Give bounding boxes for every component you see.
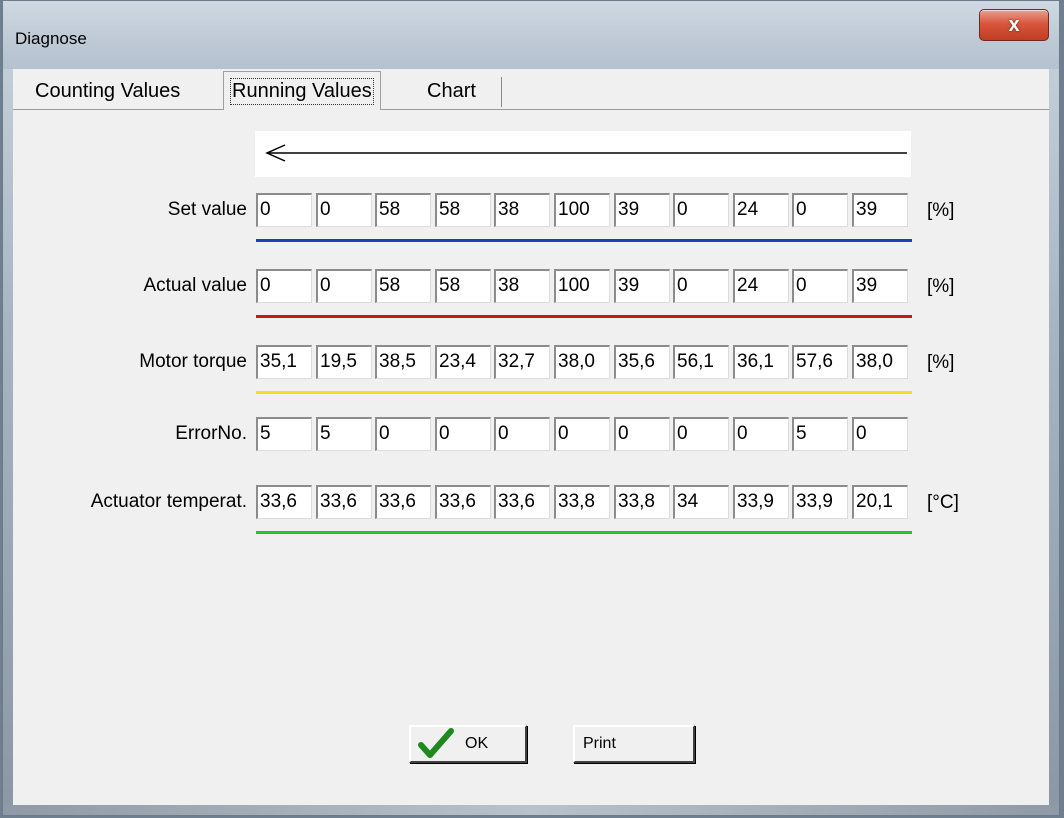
tab-label: Running Values [230,77,374,105]
value-field: 35,6 [614,345,670,379]
ok-button-label: OK [465,735,489,752]
dialog-client-area: Counting Values Running Values Chart Set… [13,69,1049,805]
value-field: 33,6 [375,485,431,519]
row-label: ErrorNo. [175,423,247,444]
print-button[interactable]: Print [573,725,695,763]
value-field: 0 [733,417,789,451]
value-field: 33,6 [256,485,312,519]
series-color-line [256,315,912,318]
value-field: 0 [316,269,372,303]
series-color-line [256,531,912,534]
window-frame-left [3,1,13,815]
value-field: 0 [554,417,610,451]
value-field: 39 [614,193,670,227]
tab-bar: Counting Values Running Values Chart [13,69,1049,110]
value-field: 0 [792,193,848,227]
value-field: 23,4 [435,345,491,379]
value-field: 0 [792,269,848,303]
value-field: 58 [375,193,431,227]
value-field: 24 [733,193,789,227]
tab-label: Chart [427,79,476,102]
value-field: 58 [375,269,431,303]
tab-counting-values[interactable]: Counting Values [27,75,188,107]
unit-label: [%] [927,276,955,297]
tab-label: Counting Values [35,79,181,102]
value-field: 35,1 [256,345,312,379]
row-label: Motor torque [139,351,247,372]
tab-running-values[interactable]: Running Values [223,71,381,110]
value-field: 33,6 [316,485,372,519]
close-button[interactable]: x [979,9,1049,41]
value-field: 100 [554,269,610,303]
value-field: 100 [554,193,610,227]
checkmark-icon [418,728,454,758]
value-field: 38 [494,193,550,227]
window-frame-right [1049,1,1059,815]
value-field: 33,8 [614,485,670,519]
close-icon: x [1008,13,1020,36]
window-frame-bottom [3,805,1059,815]
value-field: 38,0 [554,345,610,379]
value-field: 34 [673,485,729,519]
unit-label: [°C] [927,492,959,513]
value-field: 32,7 [494,345,550,379]
value-field: 38 [494,269,550,303]
value-field: 56,1 [673,345,729,379]
row-label: Actuator temperat. [90,491,247,512]
value-field: 38,5 [375,345,431,379]
value-field: 20,1 [852,485,908,519]
value-field: 0 [256,269,312,303]
value-field: 5 [316,417,372,451]
value-field: 58 [435,269,491,303]
unit-label: [%] [927,200,955,221]
value-field: 0 [256,193,312,227]
value-field: 19,5 [316,345,372,379]
value-field: 36,1 [733,345,789,379]
title-bar[interactable]: Diagnose x [3,1,1059,69]
value-field: 0 [673,269,729,303]
direction-indicator [255,131,911,177]
row-label: Actual value [143,275,247,296]
diagnose-window: Diagnose x Counting Values Running Value… [2,0,1060,816]
value-field: 39 [614,269,670,303]
value-field: 33,6 [494,485,550,519]
value-field: 24 [733,269,789,303]
unit-label: [%] [927,352,955,373]
value-field: 0 [494,417,550,451]
series-color-line [256,391,912,394]
arrow-left-icon [265,144,907,162]
row-label: Set value [167,199,247,220]
value-field: 33,8 [554,485,610,519]
value-field: 58 [435,193,491,227]
window-title: Diagnose [15,29,87,48]
value-field: 33,9 [792,485,848,519]
value-field: 0 [614,417,670,451]
value-field: 38,0 [852,345,908,379]
series-color-line [256,239,912,242]
value-field: 0 [852,417,908,451]
value-field: 0 [375,417,431,451]
value-field: 33,9 [733,485,789,519]
tab-chart[interactable]: Chart [419,75,484,107]
value-field: 5 [792,417,848,451]
print-button-label: Print [583,735,616,752]
value-field: 39 [852,193,908,227]
value-field: 33,6 [435,485,491,519]
value-field: 0 [673,193,729,227]
value-field: 39 [852,269,908,303]
ok-button[interactable]: OK [409,725,527,763]
value-field: 0 [435,417,491,451]
value-field: 0 [673,417,729,451]
value-field: 5 [256,417,312,451]
value-field: 0 [316,193,372,227]
tab-separator [501,77,502,107]
value-field: 57,6 [792,345,848,379]
